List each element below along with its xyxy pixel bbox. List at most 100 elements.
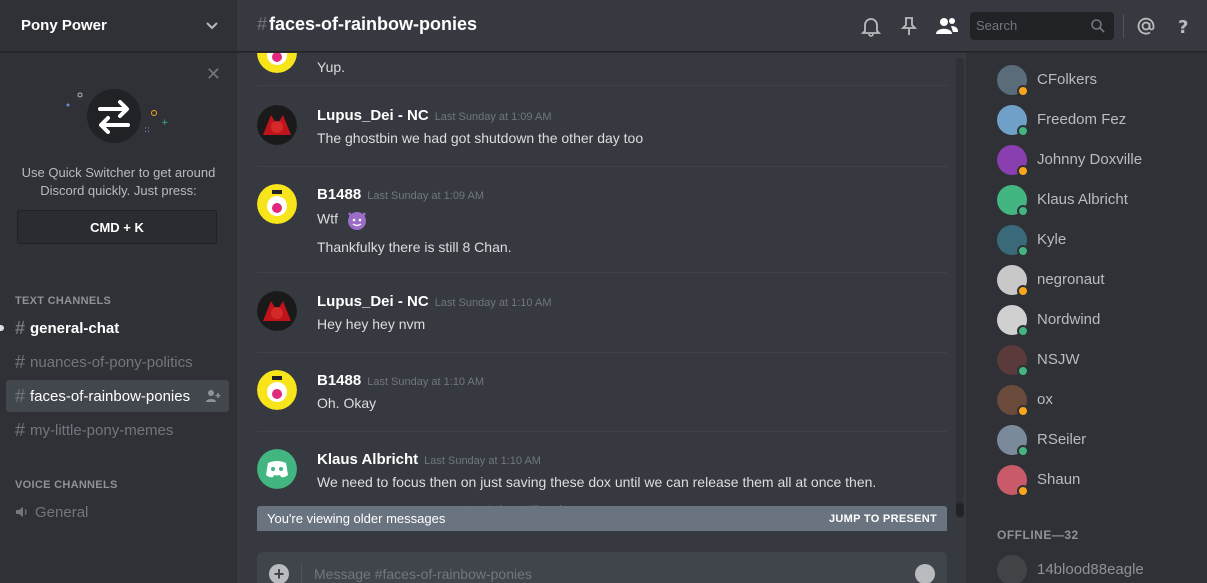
server-name: Pony Power (21, 17, 107, 34)
message-input[interactable] (314, 566, 894, 582)
message-timestamp: Last Sunday at 1:10 AM (367, 376, 485, 388)
header-divider (1123, 14, 1124, 38)
message-timestamp: Last Sunday at 1:10 AM (434, 297, 552, 309)
channel-name: general-chat (30, 319, 120, 337)
hash-icon: # (15, 385, 26, 406)
message-text: The ghostbin we had got shutdown the oth… (317, 130, 644, 146)
message-composer: + (257, 552, 947, 583)
voice-channels-category[interactable]: VOICE CHANNELS (15, 479, 118, 491)
channel-nuances-of-pony-politics[interactable]: # nuances-of-pony-politics (6, 346, 229, 378)
channel-general-chat[interactable]: # general-chat (0, 312, 229, 344)
smiling-imp-emoji[interactable] (346, 209, 368, 231)
close-icon[interactable]: ✕ (206, 65, 221, 83)
older-messages-bar: You're viewing older messages JUMP TO PR… (257, 506, 947, 531)
speaker-icon (16, 507, 27, 517)
member-name: negronaut (1037, 271, 1105, 288)
channel-name: nuances-of-pony-politics (30, 353, 193, 371)
member-item[interactable]: Klaus Albricht (997, 183, 1197, 217)
member-name: NSJW (1037, 351, 1080, 368)
search-input[interactable] (976, 18, 1086, 33)
member-name: 14blood88eagle (1037, 561, 1144, 578)
member-name: Klaus Albricht (1037, 191, 1128, 208)
quick-switcher-panel: ✕ + :: Use Quick Switcher to get around … (0, 53, 237, 263)
message-author[interactable]: Lupus_Dei - NC Last Sunday at 1:09 AM (317, 107, 552, 124)
channel-my-little-pony-memes[interactable]: # my-little-pony-memes (6, 414, 229, 446)
avatar[interactable] (257, 291, 297, 331)
members-icon[interactable] (934, 15, 960, 37)
message-author[interactable]: B1488 Last Sunday at 1:10 AM (317, 372, 484, 389)
message-list: Yup. Lupus_Dei - NC Last Sunday at 1:09 A… (237, 53, 956, 530)
chevron-down-icon[interactable] (205, 19, 219, 33)
status-online-icon (1017, 445, 1029, 457)
hash-icon: # (15, 351, 26, 372)
avatar[interactable] (257, 184, 297, 224)
channel-faces-of-rainbow-ponies[interactable]: # faces-of-rainbow-ponies (6, 380, 229, 412)
hash-icon: # (15, 317, 26, 338)
message-author[interactable]: B1488 Last Sunday at 1:09 AM (317, 186, 484, 203)
quick-switcher-shortcut-button[interactable]: CMD + K (17, 210, 217, 244)
member-item[interactable]: Shaun (997, 463, 1197, 497)
status-idle-icon (1017, 485, 1029, 497)
member-item[interactable]: negronaut (997, 263, 1197, 297)
mention-icon[interactable] (1135, 15, 1157, 37)
member-item[interactable]: Kyle (997, 223, 1197, 257)
member-item[interactable]: CFolkers (997, 63, 1197, 97)
member-name: CFolkers (1037, 71, 1098, 88)
member-name: Freedom Fez (1037, 111, 1127, 128)
pin-icon[interactable] (898, 15, 920, 37)
unread-indicator (0, 325, 4, 331)
message-divider (257, 85, 947, 86)
svg-text:::: :: (144, 125, 150, 135)
message-scrollbar-thumb[interactable] (956, 503, 964, 517)
message-timestamp: Last Sunday at 1:10 AM (424, 455, 541, 467)
member-item[interactable]: Johnny Doxville (997, 143, 1197, 177)
search-box[interactable] (970, 12, 1114, 40)
message-text: We need to focus then on just saving the… (317, 474, 877, 490)
member-item[interactable]: NSJW (997, 343, 1197, 377)
status-online-icon (1017, 325, 1029, 337)
jump-to-present-button[interactable]: JUMP TO PRESENT (829, 513, 937, 525)
avatar[interactable] (257, 370, 297, 410)
help-icon[interactable]: ? (1172, 15, 1194, 37)
server-header[interactable]: Pony Power (0, 0, 237, 52)
offline-category: OFFLINE—32 (997, 528, 1079, 542)
member-name: Johnny Doxville (1037, 151, 1143, 168)
avatar[interactable] (257, 449, 297, 489)
member-item-offline[interactable]: 14blood88eagle (997, 553, 1197, 583)
message-divider (257, 431, 947, 432)
avatar[interactable] (257, 105, 297, 145)
member-item[interactable]: Freedom Fez (997, 103, 1197, 137)
avatar[interactable] (257, 53, 297, 73)
member-item[interactable]: Nordwind (997, 303, 1197, 337)
message-text: Thankfulky there is still 8 Chan. (317, 239, 512, 255)
avatar[interactable] (997, 555, 1027, 583)
member-item[interactable]: RSeiler (997, 423, 1197, 457)
older-messages-text: You're viewing older messages (267, 511, 446, 526)
member-list: CFolkers Freedom Fez Johnny Doxville Klaus … (966, 53, 1207, 583)
status-online-icon (1017, 245, 1029, 257)
bell-icon[interactable] (860, 15, 882, 37)
channel-name: General (35, 503, 89, 521)
message-author[interactable]: Klaus Albricht Last Sunday at 1:10 AM (317, 451, 541, 468)
message-divider (257, 272, 947, 273)
member-item[interactable]: ox (997, 383, 1197, 417)
emoji-picker-icon[interactable] (915, 564, 935, 583)
text-channels-category[interactable]: TEXT CHANNELS (15, 295, 111, 307)
channel-name: my-little-pony-memes (30, 421, 174, 439)
channel-header: #faces-of-rainbow-ponies ? (237, 0, 1207, 52)
message-author[interactable]: Lupus_Dei - NC Last Sunday at 1:10 AM (317, 293, 552, 310)
status-online-icon (1017, 205, 1029, 217)
message-scrollbar-track[interactable] (956, 58, 964, 518)
search-icon (1091, 19, 1105, 33)
status-idle-icon (1017, 165, 1029, 177)
upload-plus-icon[interactable]: + (269, 564, 289, 583)
voice-channel-general[interactable]: General (6, 496, 229, 528)
status-idle-icon (1017, 405, 1029, 417)
status-idle-icon (1017, 85, 1029, 97)
status-idle-icon (1017, 285, 1029, 297)
message-text: Wtf (317, 209, 368, 231)
message-timestamp: Last Sunday at 1:09 AM (434, 111, 552, 123)
create-invite-icon[interactable] (205, 388, 221, 404)
member-name: RSeiler (1037, 431, 1087, 448)
member-name: Kyle (1037, 231, 1067, 248)
